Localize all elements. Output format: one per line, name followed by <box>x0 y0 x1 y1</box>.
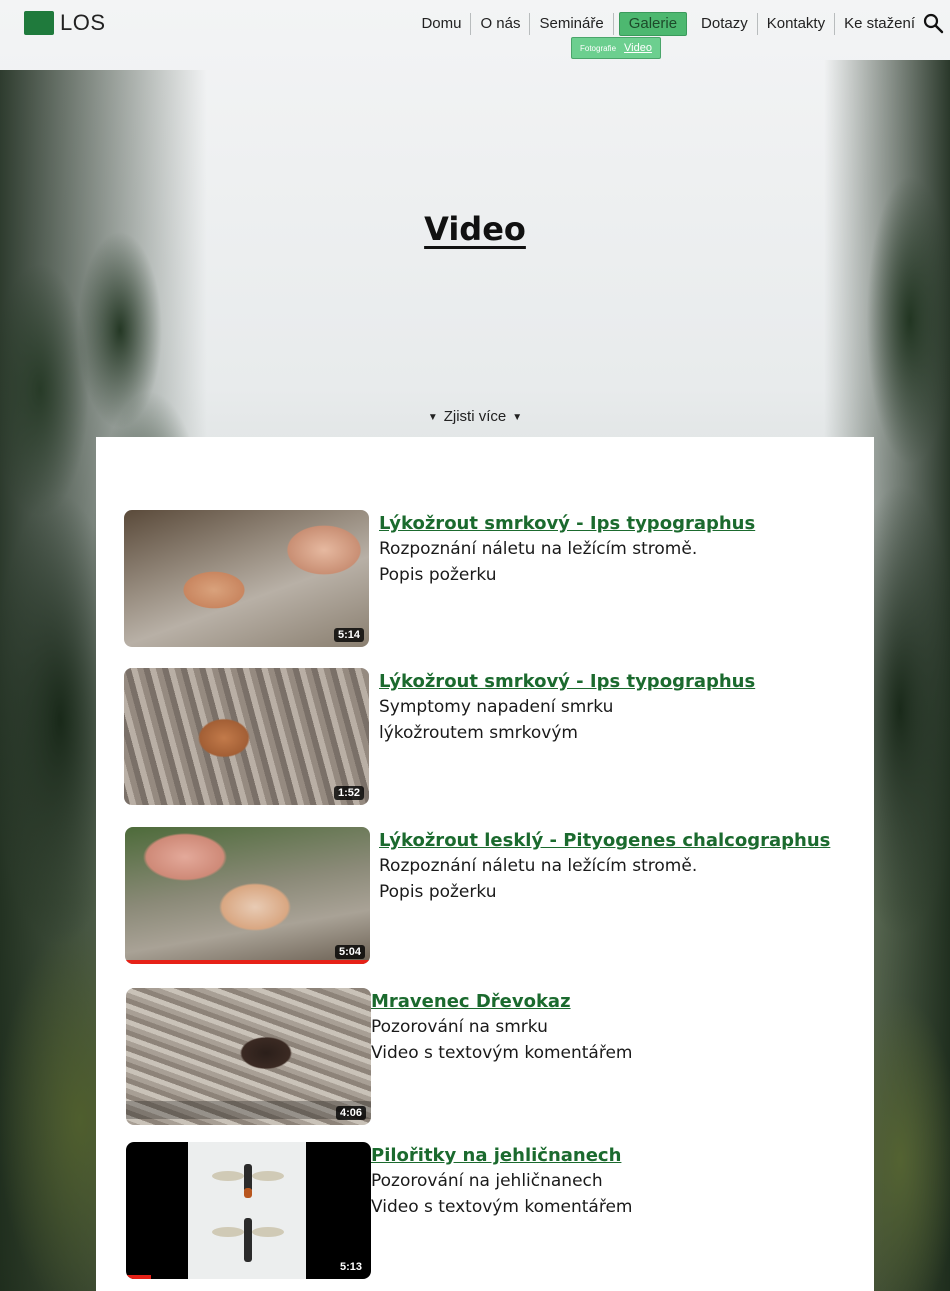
page-title: Video <box>424 210 526 248</box>
video-duration: 5:13 <box>335 1260 366 1274</box>
nav-item-o-nas[interactable]: O nás <box>471 13 531 35</box>
video-title-link[interactable]: Lýkožrout smrkový - Ips typographus <box>379 512 755 536</box>
video-thumbnail[interactable]: 5:14 <box>124 510 369 647</box>
more-link-label: Zjisti více <box>443 408 507 425</box>
video-duration: 4:06 <box>335 1106 366 1120</box>
nav-item-dotazy[interactable]: Dotazy <box>692 13 758 35</box>
list-item: 4:06 Mravenec Dřevokaz Pozorování na smr… <box>96 988 874 1128</box>
video-description: Popis požerku <box>379 882 497 902</box>
list-item: 5:13 Pilořitky na jehličnanech Pozorován… <box>96 1142 874 1282</box>
video-description: Video s textovým komentářem <box>371 1197 633 1217</box>
video-title-link[interactable]: Lýkožrout lesklý - Pityogenes chalcograp… <box>379 829 830 853</box>
video-title-link[interactable]: Lýkožrout smrkový - Ips typographus <box>379 670 755 694</box>
video-info: Lýkožrout lesklý - Pityogenes chalcograp… <box>379 829 830 905</box>
video-duration: 1:52 <box>333 786 364 800</box>
video-info: Pilořitky na jehličnanech Pozorování na … <box>371 1144 632 1220</box>
video-list: 5:14 Lýkožrout smrkový - Ips typographus… <box>96 437 874 1291</box>
nav-item-kontakty[interactable]: Kontakty <box>758 13 836 35</box>
watch-progress <box>126 1275 151 1279</box>
triangle-down-icon: ▼ <box>512 412 523 423</box>
video-duration: 5:14 <box>333 628 364 642</box>
list-item: 5:14 Lýkožrout smrkový - Ips typographus… <box>96 510 874 650</box>
video-thumbnail[interactable]: 5:13 <box>126 1142 371 1279</box>
site-header: LOS Domu O nás Semináře Galerie Dotazy K… <box>0 0 950 59</box>
watch-progress <box>125 960 370 964</box>
video-thumbnail[interactable]: 5:04 <box>125 827 370 964</box>
logo-mark <box>24 11 54 35</box>
video-description: Pozorování na jehličnanech <box>371 1171 603 1191</box>
nav-item-domu[interactable]: Domu <box>412 13 472 35</box>
insect-specimens-icon <box>212 1164 284 1262</box>
gallery-submenu: Fotografie Video <box>571 37 661 59</box>
list-item: 1:52 Lýkožrout smrkový - Ips typographus… <box>96 668 874 808</box>
video-info: Lýkožrout smrkový - Ips typographus Symp… <box>379 670 755 746</box>
nav-item-galerie[interactable]: Galerie <box>618 12 688 36</box>
video-description: Video s textovým komentářem <box>371 1043 633 1063</box>
burned-in-caption <box>126 1101 371 1119</box>
video-description: lýkožroutem smrkovým <box>379 723 578 743</box>
video-description: Symptomy napadení smrku <box>379 697 614 717</box>
video-description: Rozpoznání náletu na ležícím stromě. <box>379 856 698 876</box>
submenu-photos[interactable]: Fotografie <box>580 44 616 53</box>
video-thumbnail[interactable]: 4:06 <box>126 988 371 1125</box>
video-info: Lýkožrout smrkový - Ips typographus Rozp… <box>379 512 755 588</box>
nav-item-ke-stazeni[interactable]: Ke stažení <box>835 13 924 35</box>
more-link[interactable]: ▼ Zjisti více ▼ <box>0 408 950 425</box>
logo[interactable]: LOS <box>24 10 106 36</box>
nav-item-seminare[interactable]: Semináře <box>530 13 614 35</box>
video-description: Rozpoznání náletu na ležícím stromě. <box>379 539 698 559</box>
video-title-link[interactable]: Pilořitky na jehličnanech <box>371 1144 632 1168</box>
video-duration: 5:04 <box>334 945 365 959</box>
submenu-video[interactable]: Video <box>624 42 652 54</box>
video-info: Mravenec Dřevokaz Pozorování na smrku Vi… <box>371 990 632 1066</box>
video-title-link[interactable]: Mravenec Dřevokaz <box>371 990 632 1014</box>
main-nav: Domu O nás Semináře Galerie Dotazy Konta… <box>412 12 924 36</box>
search-icon[interactable] <box>922 12 944 34</box>
video-description: Popis požerku <box>379 565 497 585</box>
triangle-down-icon: ▼ <box>427 412 438 423</box>
video-thumbnail[interactable]: 1:52 <box>124 668 369 805</box>
list-item: 5:04 Lýkožrout lesklý - Pityogenes chalc… <box>96 827 874 967</box>
logo-text: LOS <box>60 10 106 35</box>
video-description: Pozorování na smrku <box>371 1017 548 1037</box>
